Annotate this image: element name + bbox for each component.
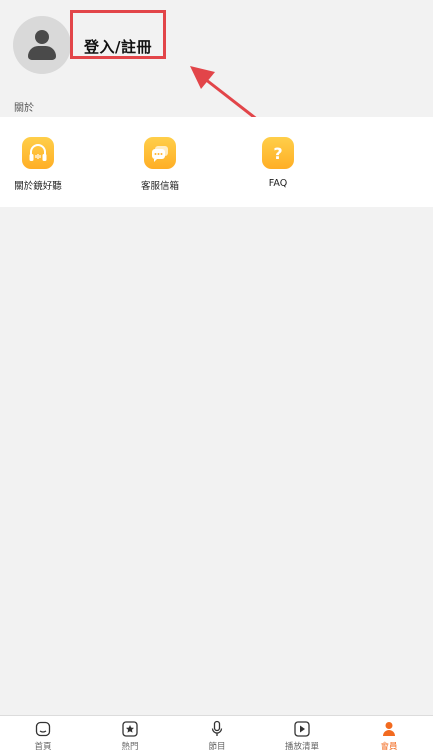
about-item-about-app[interactable]: 關於鏡好聽 — [3, 137, 73, 192]
home-icon — [35, 721, 51, 737]
about-item-label: 客服信箱 — [140, 181, 179, 192]
avatar-head — [35, 30, 49, 44]
headphones-icon — [22, 137, 54, 169]
play-icon — [294, 721, 310, 737]
about-item-label: 關於鏡好聽 — [14, 181, 62, 192]
nav-item-member[interactable]: 會員 — [359, 720, 419, 752]
nav-item-label: 播放清單 — [284, 742, 319, 752]
nav-item-popular[interactable]: 熱門 — [100, 720, 160, 752]
user-icon — [383, 722, 395, 736]
nav-item-playlist[interactable]: 播放清單 — [272, 720, 332, 752]
star-icon — [122, 721, 138, 737]
about-item-faq[interactable]: ? FAQ — [243, 137, 313, 189]
avatar[interactable] — [13, 16, 71, 74]
question-icon: ? — [262, 137, 294, 169]
about-item-support-email[interactable]: 客服信箱 — [125, 137, 195, 192]
nav-item-label: 會員 — [380, 742, 398, 752]
nav-item-label: 熱門 — [121, 742, 139, 752]
bottom-nav: 首頁 熱門 節目 播放清單 會員 — [0, 715, 433, 755]
nav-item-home[interactable]: 首頁 — [13, 720, 73, 752]
microphone-icon — [211, 720, 223, 736]
login-register-link[interactable]: 登入/註冊 — [84, 36, 152, 57]
profile-header: 登入/註冊 — [0, 0, 433, 95]
about-item-label: FAQ — [268, 178, 288, 189]
about-panel: 關於鏡好聽 客服信箱 ? FAQ — [0, 117, 433, 207]
svg-text:?: ? — [273, 144, 282, 163]
nav-item-label: 節目 — [208, 742, 226, 752]
nav-item-programs[interactable]: 節目 — [187, 720, 247, 752]
chat-icon — [144, 137, 176, 169]
nav-item-label: 首頁 — [34, 742, 52, 752]
about-section-title: 關於 — [14, 103, 34, 114]
avatar-body — [28, 46, 56, 60]
